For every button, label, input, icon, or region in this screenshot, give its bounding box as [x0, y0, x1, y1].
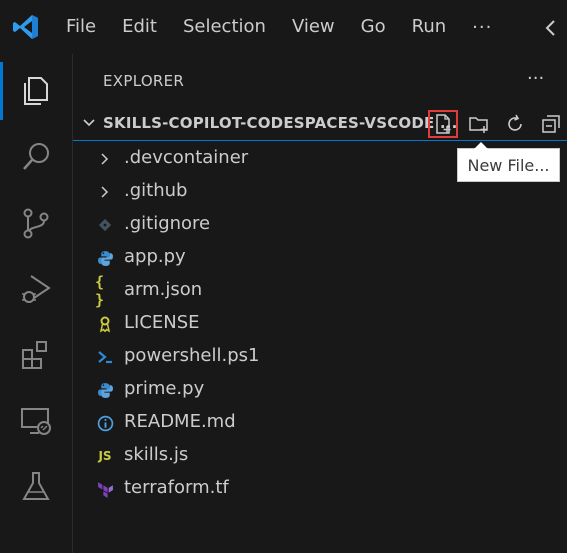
testing-flask-activity-icon[interactable]	[0, 454, 72, 520]
vscode-logo-icon	[13, 14, 39, 40]
explorer-title: EXPLORER	[103, 72, 185, 90]
file-label: powershell.ps1	[124, 345, 260, 366]
new-folder-button[interactable]	[465, 111, 493, 137]
powershell-icon	[95, 347, 115, 367]
file-label: app.py	[124, 246, 186, 267]
file-item[interactable]: prime.py	[73, 373, 567, 406]
explorer-activity-icon[interactable]	[0, 58, 72, 124]
file-label: LICENSE	[124, 312, 200, 333]
menu-view[interactable]: View	[279, 0, 348, 54]
chevron-right-icon	[95, 182, 115, 202]
menu-file[interactable]: File	[53, 0, 109, 54]
extensions-activity-icon[interactable]	[0, 322, 72, 388]
file-label: .github	[124, 180, 188, 201]
file-item[interactable]: README.md	[73, 406, 567, 439]
menu-more-icon[interactable]: ···	[459, 17, 505, 38]
chevron-right-icon	[95, 149, 115, 169]
info-icon	[95, 413, 115, 433]
folder-item[interactable]: .devcontainer	[73, 142, 567, 175]
python-icon	[95, 248, 115, 268]
folder-item[interactable]: .github	[73, 175, 567, 208]
license-icon	[95, 314, 115, 334]
workspace-section-header[interactable]: SKILLS-COPILOT-CODESPACES-VSCODE ...	[73, 106, 567, 141]
refresh-button[interactable]	[501, 111, 529, 137]
title-bar: File Edit Selection View Go Run ···	[0, 0, 567, 54]
collapse-all-icon	[542, 115, 560, 133]
source-control-activity-icon[interactable]	[0, 190, 72, 256]
file-item[interactable]: app.py	[73, 241, 567, 274]
new-file-button[interactable]	[428, 110, 458, 138]
file-item[interactable]: terraform.tf	[73, 472, 567, 505]
python-icon	[95, 380, 115, 400]
remote-explorer-activity-icon[interactable]	[0, 388, 72, 454]
git-icon	[95, 215, 115, 235]
file-label: prime.py	[124, 378, 205, 399]
menu-run[interactable]: Run	[399, 0, 460, 54]
menu-edit[interactable]: Edit	[109, 0, 170, 54]
menu-bar: File Edit Selection View Go Run ···	[53, 0, 505, 54]
file-label: README.md	[124, 411, 236, 432]
chevron-down-icon[interactable]	[81, 115, 97, 131]
file-item[interactable]: JS skills.js	[73, 439, 567, 472]
refresh-icon	[508, 114, 522, 131]
collapse-all-button[interactable]	[537, 111, 565, 137]
more-actions-icon[interactable]: ···	[527, 68, 544, 89]
file-label: .gitignore	[124, 213, 211, 234]
menu-selection[interactable]: Selection	[170, 0, 279, 54]
file-label: terraform.tf	[124, 477, 229, 498]
explorer-sidebar: EXPLORER ··· SKILLS-COPILOT-CODESPACES-V…	[73, 54, 567, 553]
search-activity-icon[interactable]	[0, 124, 72, 190]
file-item[interactable]: LICENSE	[73, 307, 567, 340]
terraform-icon	[95, 479, 115, 499]
file-item[interactable]: powershell.ps1	[73, 340, 567, 373]
arrow-back-icon[interactable]	[541, 18, 561, 38]
new-file-icon	[436, 114, 451, 134]
json-icon: { }	[95, 273, 105, 309]
workspace-title: SKILLS-COPILOT-CODESPACES-VSCODE ...	[103, 114, 458, 132]
javascript-icon: JS	[98, 449, 112, 463]
activity-bar	[0, 54, 73, 553]
file-item[interactable]: .gitignore	[73, 208, 567, 241]
run-debug-activity-icon[interactable]	[0, 256, 72, 322]
new-folder-icon	[469, 117, 488, 133]
menu-go[interactable]: Go	[348, 0, 399, 54]
file-label: skills.js	[124, 444, 189, 465]
file-label: .devcontainer	[124, 147, 249, 168]
file-item[interactable]: { } arm.json	[73, 273, 567, 309]
file-label: arm.json	[124, 279, 203, 300]
